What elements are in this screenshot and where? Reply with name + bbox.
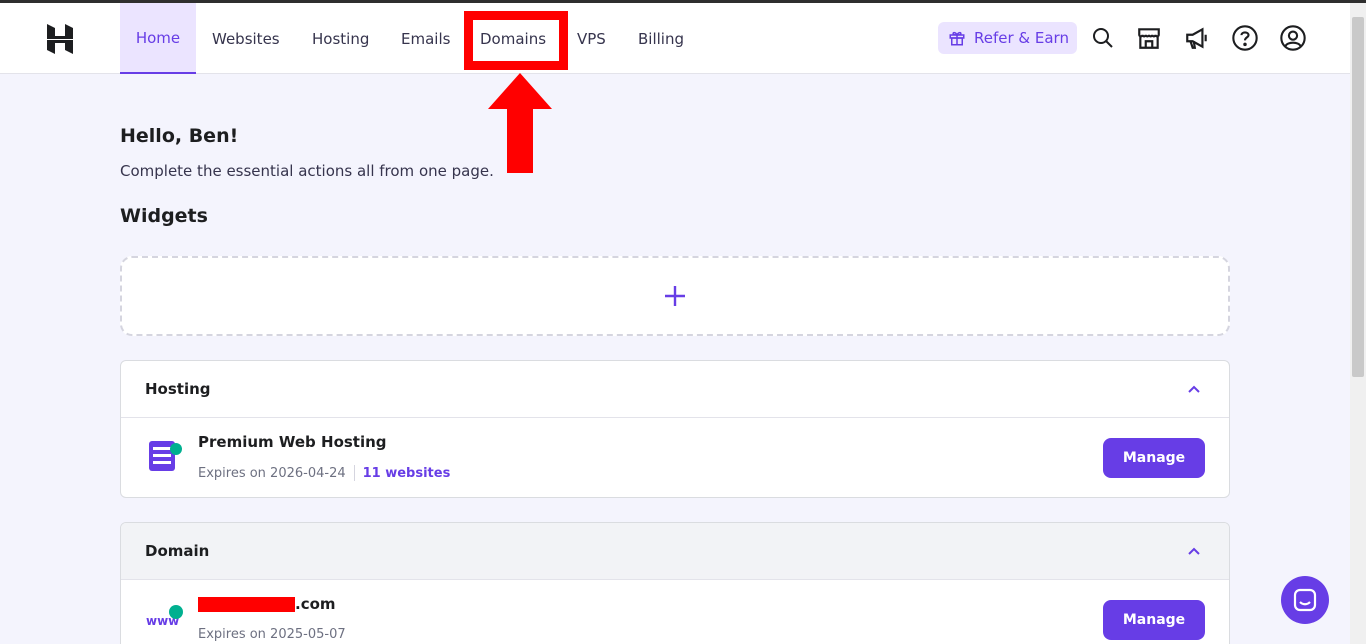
top-header: Home Websites Hosting Emails Domains VPS… <box>0 3 1350 74</box>
nav-hosting[interactable]: Hosting <box>312 3 369 74</box>
www-domain-icon: www <box>146 605 183 628</box>
store-icon[interactable] <box>1135 24 1163 52</box>
hosting-card: Hosting Premium Web Hosting Expires on 2… <box>120 360 1230 498</box>
refer-earn-button[interactable]: Refer & Earn <box>938 22 1077 54</box>
gift-icon <box>949 31 965 46</box>
chevron-up-icon[interactable] <box>1187 384 1201 394</box>
nav-emails[interactable]: Emails <box>401 3 450 74</box>
plus-icon <box>665 286 685 306</box>
add-widget-button[interactable] <box>120 256 1230 336</box>
domain-manage-button[interactable]: Manage <box>1103 600 1205 640</box>
redacted-domain <box>198 596 295 612</box>
refer-earn-label: Refer & Earn <box>974 29 1069 47</box>
domain-row: www .com Expires on 2025-05-07 Manage <box>121 580 1229 644</box>
account-icon[interactable] <box>1279 24 1307 52</box>
chat-widget-button[interactable] <box>1281 576 1329 624</box>
domain-meta: Expires on 2025-05-07 <box>198 627 346 642</box>
meta-divider <box>353 465 355 481</box>
domain-suffix: .com <box>295 595 336 613</box>
hosting-plan-name: Premium Web Hosting <box>198 433 387 451</box>
hostinger-logo[interactable] <box>44 23 76 55</box>
hosting-manage-button[interactable]: Manage <box>1103 438 1205 478</box>
megaphone-icon[interactable] <box>1183 24 1211 52</box>
domain-card-header[interactable]: Domain <box>121 523 1229 580</box>
chat-icon <box>1293 588 1317 612</box>
hosting-plan-meta: Expires on 2026-04-24 11 websites <box>198 465 450 481</box>
domain-expiry: Expires on 2025-05-07 <box>198 627 346 642</box>
help-icon[interactable] <box>1231 24 1259 52</box>
domain-card-title: Domain <box>145 542 210 560</box>
search-icon[interactable] <box>1089 24 1117 52</box>
nav-billing[interactable]: Billing <box>638 3 684 74</box>
scrollbar-thumb[interactable] <box>1352 17 1364 377</box>
domains-highlight-box <box>464 11 568 70</box>
nav-vps[interactable]: VPS <box>577 3 606 74</box>
domain-name[interactable]: .com <box>198 595 336 613</box>
hosting-expiry: Expires on 2026-04-24 <box>198 465 346 481</box>
page-scrollbar[interactable] <box>1350 3 1366 644</box>
greeting-title: Hello, Ben! <box>120 125 239 147</box>
hosting-plan-row: Premium Web Hosting Expires on 2026-04-2… <box>121 418 1229 497</box>
greeting-subtitle: Complete the essential actions all from … <box>120 162 494 180</box>
chevron-up-icon[interactable] <box>1187 546 1201 556</box>
nav-websites[interactable]: Websites <box>212 3 280 74</box>
domain-card: Domain www .com Expires on 2025-05-07 Ma… <box>120 522 1230 644</box>
hosting-server-icon <box>149 441 182 471</box>
red-arrow-up-icon <box>488 73 552 173</box>
nav-home[interactable]: Home <box>120 3 196 74</box>
hosting-card-title: Hosting <box>145 380 211 398</box>
websites-link[interactable]: 11 websites <box>363 466 451 481</box>
hosting-card-header[interactable]: Hosting <box>121 361 1229 418</box>
widgets-heading: Widgets <box>120 205 208 227</box>
